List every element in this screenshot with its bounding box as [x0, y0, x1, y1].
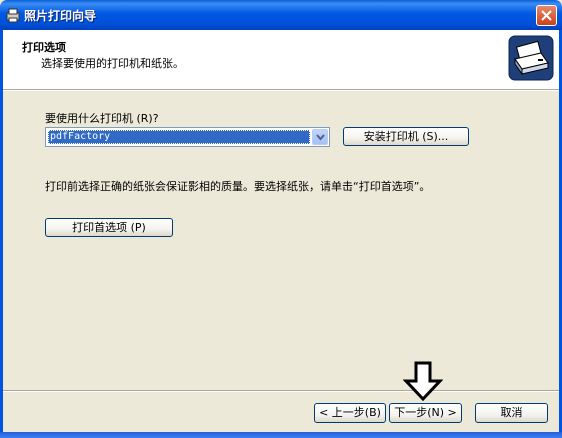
- back-button[interactable]: < 上一步(B): [314, 403, 386, 423]
- printer-select-value: pdfFactory: [48, 130, 310, 144]
- wizard-header: 打印选项 选择要使用的打印机和纸张。: [3, 30, 559, 90]
- paper-info-text: 打印前选择正确的纸张会保证影相的质量。要选择纸张，请单击“打印首选项”。: [45, 180, 431, 193]
- cancel-button[interactable]: 取消: [475, 403, 548, 423]
- printer-select-label: 要使用什么打印机 (R)?: [45, 112, 159, 125]
- printing-preferences-button[interactable]: 打印首选项 (P): [45, 218, 173, 237]
- close-icon: [541, 10, 552, 21]
- window-border-left: [0, 30, 3, 438]
- wizard-app-icon: [5, 7, 21, 23]
- chevron-down-icon: [316, 134, 325, 141]
- next-button[interactable]: 下一步(N) >: [389, 403, 462, 423]
- footer-divider-highlight: [3, 391, 559, 392]
- close-button[interactable]: [536, 5, 557, 26]
- printer-icon: [508, 35, 554, 81]
- header-divider: [3, 90, 559, 91]
- photo-print-wizard-window: 照片打印向导 打印选项 选择要使用的打印机和纸张。 要使用什么打印机 (R)? …: [0, 0, 562, 438]
- dropdown-arrow-button[interactable]: [312, 129, 328, 145]
- page-subtitle: 选择要使用的打印机和纸张。: [41, 57, 184, 70]
- page-title: 打印选项: [22, 41, 66, 54]
- title-bar: 照片打印向导: [0, 0, 562, 30]
- taskbar-edge: [0, 432, 562, 438]
- install-printer-button[interactable]: 安装打印机 (S)...: [343, 127, 469, 146]
- arrow-down-icon: [403, 361, 443, 401]
- printer-select-dropdown[interactable]: pdfFactory: [45, 127, 330, 147]
- window-title: 照片打印向导: [24, 9, 97, 23]
